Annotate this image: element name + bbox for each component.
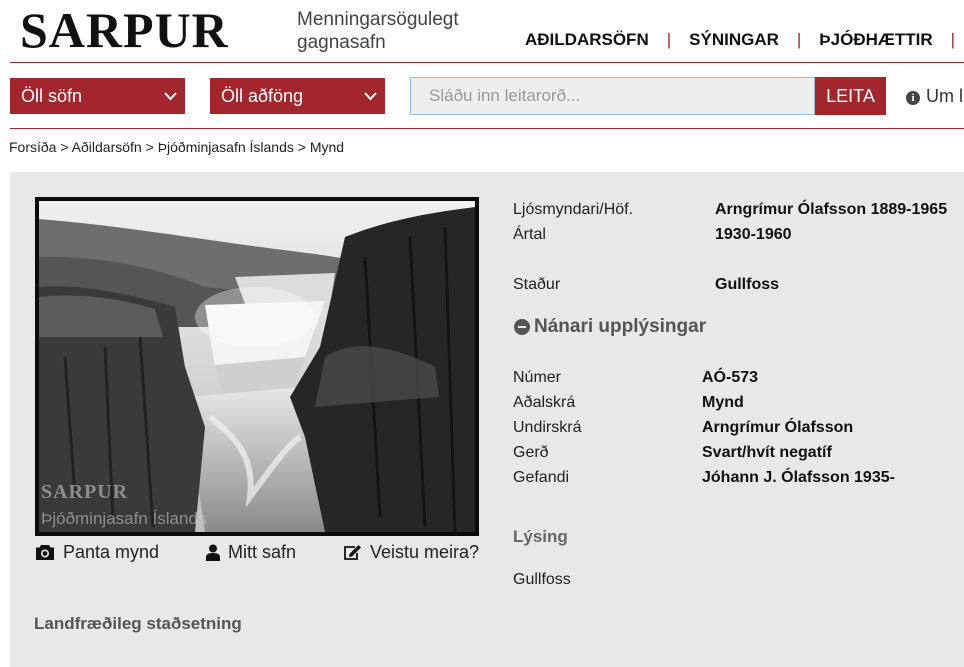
asset-type-filter-select[interactable]: Öll aðföng [210, 78, 385, 114]
know-more-button[interactable]: Veistu meira? [343, 542, 479, 563]
tagline-line-1: Menningarsögulegt [297, 9, 459, 30]
top-navigation: AÐILDARSÖFN | SÝNINGAR | ÞJÓÐHÆTTIR | [525, 30, 964, 50]
nav-divider: | [950, 30, 956, 49]
breadcrumb-home[interactable]: Forsíða [9, 139, 56, 155]
meta-value: Arngrímur Ólafsson [702, 419, 854, 436]
nav-item-members[interactable]: AÐILDARSÖFN [525, 30, 649, 50]
tagline-line-2: gagnasafn [297, 32, 386, 53]
info-icon: i [906, 91, 920, 105]
description-text: Gullfoss [513, 571, 571, 588]
edit-icon [344, 545, 361, 560]
breadcrumb-separator: > [145, 139, 154, 155]
museum-filter-select[interactable]: Öll söfn [10, 78, 185, 114]
breadcrumb-current: Mynd [309, 139, 345, 155]
search-input[interactable] [410, 77, 815, 115]
geo-location-heading: Landfræðileg staðsetning [34, 614, 242, 633]
sarpur-logo[interactable]: SARPUR [20, 2, 229, 58]
search-button[interactable]: LEITA [815, 77, 886, 115]
meta-value: 1930-1960 [715, 226, 792, 243]
description-heading: Lýsing [513, 527, 568, 546]
more-info-toggle[interactable]: Nánari upplýsingar [514, 316, 706, 338]
meta-value: Arngrímur Ólafsson 1889-1965 [715, 201, 948, 218]
breadcrumb-separator: > [297, 139, 306, 155]
watermark-logo: SARPUR [41, 481, 129, 503]
meta-value: AÓ-573 [702, 369, 759, 386]
nav-divider: | [666, 30, 672, 49]
search-divider [10, 128, 964, 129]
minus-circle-icon [514, 319, 530, 335]
meta-label: Gerð [513, 444, 549, 461]
meta-value: Jóhann J. Ólafsson 1935- [702, 469, 895, 486]
breadcrumb-national-museum[interactable]: Þjóðminjasafn Íslands [158, 139, 294, 155]
meta-value: Svart/hvít negatíf [702, 444, 832, 461]
breadcrumb-members[interactable]: Aðildarsöfn [72, 139, 142, 155]
meta-value: Gullfoss [715, 276, 780, 293]
meta-value: Mynd [702, 394, 744, 411]
record-photo[interactable]: SARPUR Þjóðminjasafn Íslands [35, 197, 479, 536]
order-photo-label: Panta mynd [63, 542, 160, 562]
asset-type-filter-value: Öll aðföng [221, 86, 304, 106]
meta-label: Númer [513, 369, 562, 386]
chevron-down-icon [364, 78, 377, 127]
breadcrumb-separator: > [60, 139, 69, 155]
meta-label: Gefandi [513, 469, 570, 486]
meta-label: Aðalskrá [513, 394, 576, 411]
breadcrumb: Forsíða > Aðildarsöfn > Þjóðminjasafn Ís… [9, 139, 344, 155]
watermark-text: Þjóðminjasafn Íslands [41, 509, 207, 528]
more-info-label: Nánari upplýsingar [534, 316, 707, 337]
about-link[interactable]: i Um l [906, 86, 963, 107]
user-icon [205, 544, 220, 561]
nav-item-exhibitions[interactable]: SÝNINGAR [689, 30, 779, 50]
nav-divider: | [796, 30, 802, 49]
meta-label: Staður [513, 276, 561, 293]
museum-filter-value: Öll söfn [21, 86, 83, 106]
my-collection-button[interactable]: Mitt safn [205, 542, 297, 563]
know-more-label: Veistu meira? [369, 542, 479, 562]
tagline: Menningarsögulegt gagnasafn [297, 8, 459, 54]
header-divider [10, 62, 964, 63]
about-link-label: Um l [926, 86, 963, 106]
order-photo-button[interactable]: Panta mynd [35, 542, 159, 563]
meta-label: Ljósmyndari/Höf. [513, 201, 634, 218]
photo-actions: Panta mynd Mitt safn Veistu meira? [35, 542, 479, 563]
meta-label: Undirskrá [513, 419, 582, 436]
nav-item-folk-customs[interactable]: ÞJÓÐHÆTTIR [819, 30, 932, 50]
chevron-down-icon [164, 78, 177, 127]
record-panel: SARPUR Þjóðminjasafn Íslands Panta mynd … [10, 172, 964, 667]
meta-label: Ártal [513, 226, 546, 243]
camera-icon [36, 545, 54, 560]
my-collection-label: Mitt safn [227, 542, 297, 562]
